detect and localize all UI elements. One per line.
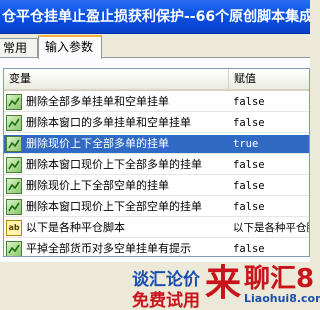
watermark-area: 谈汇论价 免费试用 来 聊汇8 Liaohui8.com xyxy=(0,262,320,310)
parameter-value[interactable]: false xyxy=(233,198,309,216)
tab-input-parameters[interactable]: 输入参数 xyxy=(38,35,102,59)
column-header-value[interactable]: 赋值 xyxy=(229,69,309,89)
table-row[interactable]: 删除全部多单挂单和空单挂单 false xyxy=(4,93,309,112)
parameter-icon xyxy=(6,178,22,194)
parameter-icon xyxy=(6,157,22,173)
parameter-name: 删除本窗口现价上下全部空单的挂单 xyxy=(26,200,202,213)
parameter-icon xyxy=(6,199,22,215)
parameter-value[interactable]: false xyxy=(233,240,309,256)
parameter-name: 删除现价上下全部多单的挂单 xyxy=(26,137,169,150)
parameter-value[interactable]: 以下是各种平仓脚 xyxy=(233,219,309,237)
table-row[interactable]: 删除现价上下全部多单的挂单 true xyxy=(4,135,309,154)
tab-strip: 常用 输入参数 xyxy=(0,34,310,59)
window-title: 仓平仓挂单止盈止损获利保护--66个原创脚本集成--15 xyxy=(0,0,310,34)
parameter-grid: 变量 赋值 删除全部多单挂单和空单挂单 false 删除本窗口的多单挂单和空单挂单 f… xyxy=(3,68,310,257)
parameter-name: 以下是各种平仓脚本 xyxy=(26,221,125,234)
column-header-variable[interactable]: 变量 xyxy=(4,69,229,89)
watermark-domain: Liaohui8.com xyxy=(244,292,320,305)
parameter-icon xyxy=(6,241,22,256)
watermark-brand: 聊汇8 xyxy=(244,264,315,294)
parameter-name: 删除全部多单挂单和空单挂单 xyxy=(26,95,169,108)
watermark-line2: 免费试用 xyxy=(132,291,200,310)
parameter-icon xyxy=(6,136,22,152)
tab-common[interactable]: 常用 xyxy=(0,38,38,58)
table-row[interactable]: ab 以下是各种平仓脚本 以下是各种平仓脚 xyxy=(4,219,309,238)
grid-header: 变量 赋值 xyxy=(4,69,309,91)
tab-panel: 变量 赋值 删除全部多单挂单和空单挂单 false 删除本窗口的多单挂单和空单挂单 f… xyxy=(0,57,310,262)
parameter-value[interactable]: false xyxy=(233,177,309,195)
parameter-icon xyxy=(6,94,22,110)
parameter-value[interactable]: true xyxy=(233,135,309,153)
watermark-big-char: 来 xyxy=(205,263,242,304)
parameter-name: 删除本窗口现价上下全部多单的挂单 xyxy=(26,158,202,171)
parameter-name: 删除本窗口的多单挂单和空单挂单 xyxy=(26,116,191,129)
parameter-name: 删除现价上下全部空单的挂单 xyxy=(26,179,169,192)
parameter-name: 平掉全部货币对多空单挂单有提示 xyxy=(26,242,191,255)
parameter-value[interactable]: false xyxy=(233,114,309,132)
table-row[interactable]: 删除本窗口现价上下全部多单的挂单 false xyxy=(4,156,309,175)
table-row[interactable]: 删除本窗口现价上下全部空单的挂单 false xyxy=(4,198,309,217)
parameter-value[interactable]: false xyxy=(233,93,309,111)
table-row[interactable]: 删除本窗口的多单挂单和空单挂单 false xyxy=(4,114,309,133)
string-ab-icon: ab xyxy=(6,220,22,236)
table-row[interactable]: 平掉全部货币对多空单挂单有提示 false xyxy=(4,240,309,256)
table-row[interactable]: 删除现价上下全部空单的挂单 false xyxy=(4,177,309,196)
parameter-value[interactable]: false xyxy=(233,156,309,174)
parameter-icon xyxy=(6,115,22,131)
